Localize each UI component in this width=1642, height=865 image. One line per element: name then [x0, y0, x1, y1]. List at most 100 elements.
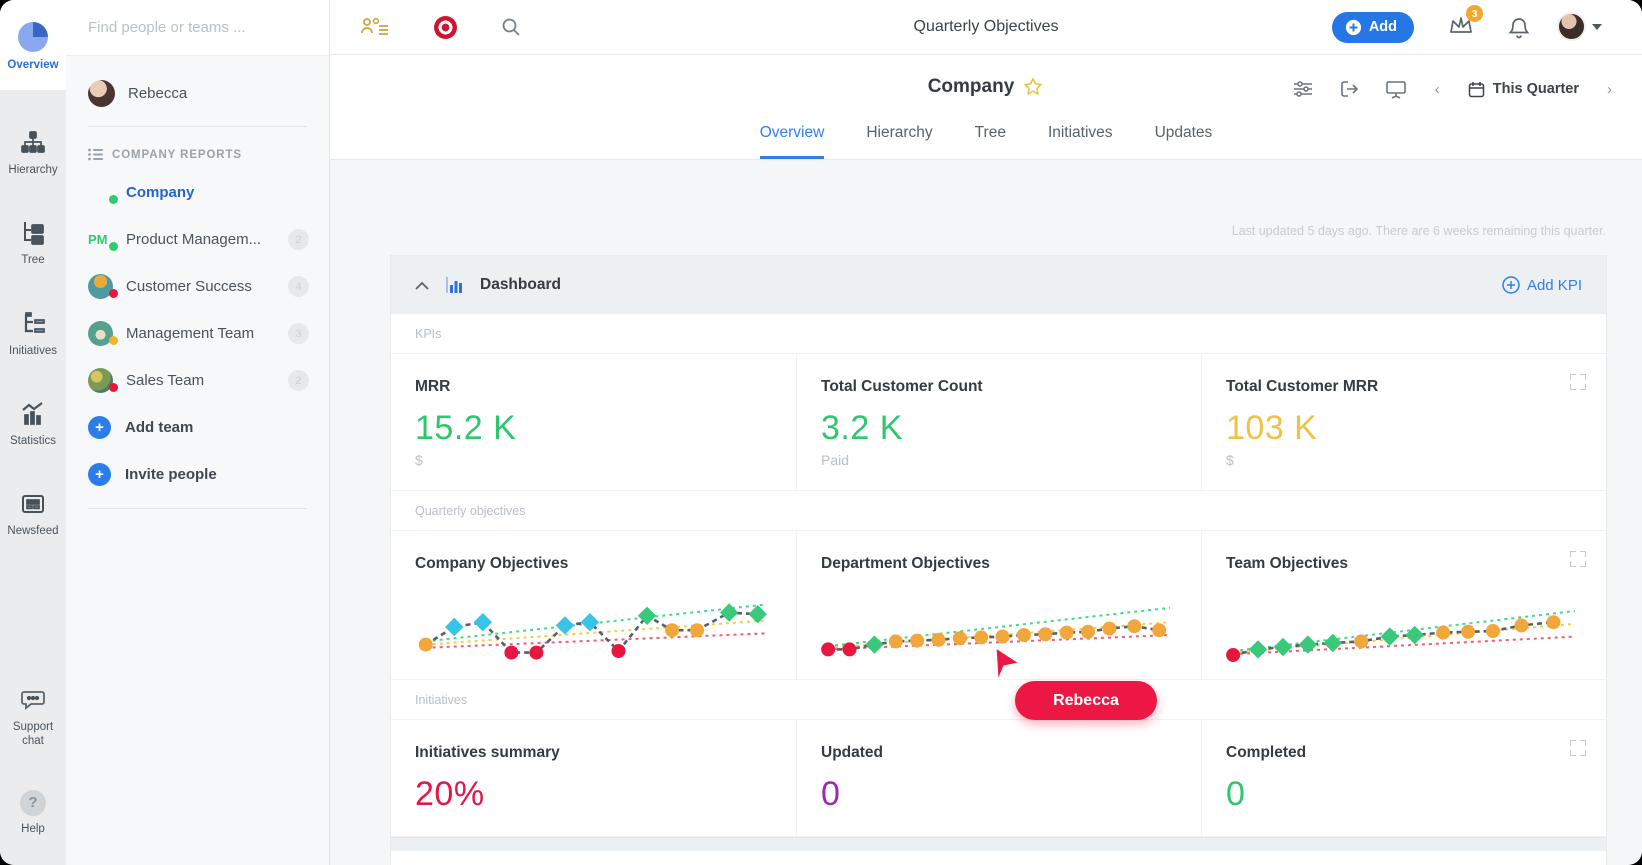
statistics-icon: [19, 400, 47, 428]
collapse-chevron-icon[interactable]: [415, 281, 429, 290]
kpi-unit: $: [1226, 452, 1582, 468]
report-label: Customer Success: [126, 278, 252, 295]
remote-cursor-label: Rebecca: [1015, 681, 1157, 720]
rail-item-statistics[interactable]: Statistics: [0, 387, 66, 461]
expand-icon[interactable]: [1570, 374, 1586, 390]
rail-item-overview[interactable]: Overview: [0, 0, 66, 90]
kpi-value: 3.2 K: [821, 409, 1177, 448]
prev-period-chevron[interactable]: ‹: [1433, 81, 1442, 98]
initiatives-summary-card[interactable]: Initiatives summary 20%: [391, 720, 796, 836]
objective-card-team[interactable]: Team Objectives: [1201, 531, 1606, 679]
add-team-button[interactable]: + Add team: [66, 404, 329, 451]
divider: [88, 508, 307, 509]
tab-hierarchy[interactable]: Hierarchy: [866, 124, 932, 159]
team-directory-icon[interactable]: [360, 15, 390, 39]
kpi-unit: $: [415, 452, 772, 468]
kpi-title: Total Customer Count: [821, 378, 1177, 396]
next-section-header-partial: [391, 837, 1606, 851]
initiative-cards-row: Initiatives summary 20% Updated 0 Comple…: [391, 720, 1606, 837]
rail-item-help[interactable]: ? Help: [0, 777, 66, 849]
chat-icon: [19, 686, 47, 714]
rail-item-initiatives[interactable]: Initiatives: [0, 297, 66, 371]
main-area: Quarterly Objectives Add 3: [330, 0, 1642, 865]
add-kpi-button[interactable]: Add KPI: [1502, 276, 1582, 294]
rail-item-newsfeed[interactable]: Newsfeed: [0, 477, 66, 551]
calendar-icon: [1468, 81, 1485, 98]
star-favorite-icon[interactable]: [1022, 76, 1044, 98]
app-window: Overview Hierarchy Tree: [0, 0, 1642, 865]
kpi-value: 103 K: [1226, 409, 1582, 448]
plus-icon: +: [88, 416, 111, 439]
top-bar: Quarterly Objectives Add 3: [330, 0, 1642, 55]
sidebar-item-sales-team[interactable]: Sales Team 2: [66, 357, 329, 404]
company-reports-header: COMPANY REPORTS: [88, 148, 329, 161]
tab-updates[interactable]: Updates: [1155, 124, 1213, 159]
company-logo-icon: [88, 180, 114, 206]
next-period-chevron[interactable]: ›: [1605, 81, 1614, 98]
tab-tree[interactable]: Tree: [975, 124, 1006, 159]
avatar: [88, 80, 115, 107]
report-label: Product Managem...: [126, 231, 261, 248]
team-initials: PM: [88, 227, 114, 253]
rail-item-hierarchy[interactable]: Hierarchy: [0, 116, 66, 190]
dashboard-header: Dashboard Add KPI: [391, 256, 1606, 314]
count-badge: 4: [288, 276, 309, 297]
company-objectives-sparkline: [415, 587, 772, 667]
left-icon-rail: Overview Hierarchy Tree: [0, 0, 66, 865]
divider: [88, 126, 307, 127]
rail-bottom-group: Support chat ? Help: [0, 673, 66, 849]
card-value: 20%: [415, 775, 772, 814]
upgrade-crown-icon[interactable]: 3: [1448, 13, 1474, 37]
sidebar-item-product-management[interactable]: PM Product Managem... 2: [66, 216, 329, 263]
avatar: [1557, 12, 1586, 41]
newsfeed-icon: [19, 490, 47, 518]
card-title: Updated: [821, 744, 1177, 762]
company-target-icon[interactable]: [434, 16, 457, 39]
kpi-title: Total Customer MRR: [1226, 378, 1582, 396]
search-input[interactable]: [66, 0, 329, 56]
period-selector[interactable]: This Quarter: [1468, 81, 1579, 98]
objective-card-company[interactable]: Company Objectives: [391, 531, 796, 679]
rail-item-support-chat[interactable]: Support chat: [0, 673, 66, 760]
dashboard-panel: Dashboard Add KPI KPIs MRR: [390, 255, 1607, 865]
expand-icon[interactable]: [1570, 740, 1586, 756]
kpi-unit: Paid: [821, 452, 1177, 468]
initiatives-updated-card[interactable]: Updated 0: [796, 720, 1201, 836]
card-value: 0: [821, 775, 1177, 814]
count-badge: 2: [288, 229, 309, 250]
sidebar-item-company[interactable]: Company: [66, 169, 329, 216]
search-icon[interactable]: [501, 17, 521, 37]
pie-chart-icon: [18, 22, 48, 52]
team-sidebar: Rebecca COMPANY REPORTS Company PM Produ…: [66, 0, 330, 865]
period-label: This Quarter: [1493, 81, 1579, 97]
presentation-icon[interactable]: [1385, 79, 1407, 99]
export-icon[interactable]: [1339, 79, 1359, 99]
hierarchy-icon: [19, 129, 47, 157]
sidebar-user-row[interactable]: Rebecca: [66, 56, 329, 109]
add-button[interactable]: Add: [1332, 12, 1414, 43]
rail-label: Initiatives: [9, 345, 57, 358]
rail-label: Newsfeed: [7, 525, 58, 538]
notifications-bell-icon[interactable]: [1508, 16, 1530, 40]
kpi-card-total-customer-count[interactable]: Total Customer Count 3.2 K Paid: [796, 354, 1201, 490]
kpi-card-mrr[interactable]: MRR 15.2 K $: [391, 354, 796, 490]
rail-label: Statistics: [10, 435, 56, 448]
rail-item-tree[interactable]: Tree: [0, 206, 66, 280]
avatar: [88, 321, 114, 347]
initiatives-completed-card[interactable]: Completed 0: [1201, 720, 1606, 836]
action-label: Add team: [125, 419, 193, 436]
invite-people-button[interactable]: + Invite people: [66, 451, 329, 498]
list-icon: [88, 148, 103, 161]
tab-initiatives[interactable]: Initiatives: [1048, 124, 1113, 159]
filter-sliders-icon[interactable]: [1293, 80, 1313, 98]
kpi-card-total-customer-mrr[interactable]: Total Customer MRR 103 K $: [1201, 354, 1606, 490]
tree-icon: [19, 219, 47, 247]
tab-overview[interactable]: Overview: [760, 124, 825, 159]
sidebar-item-management-team[interactable]: Management Team 3: [66, 310, 329, 357]
expand-icon[interactable]: [1570, 551, 1586, 567]
sidebar-item-customer-success[interactable]: Customer Success 4: [66, 263, 329, 310]
account-menu[interactable]: [1557, 12, 1602, 41]
help-icon: ?: [20, 790, 46, 816]
plus-circle-icon: [1345, 19, 1362, 36]
entity-header: Company Overview Hierarchy Tree Initiati…: [330, 55, 1642, 160]
